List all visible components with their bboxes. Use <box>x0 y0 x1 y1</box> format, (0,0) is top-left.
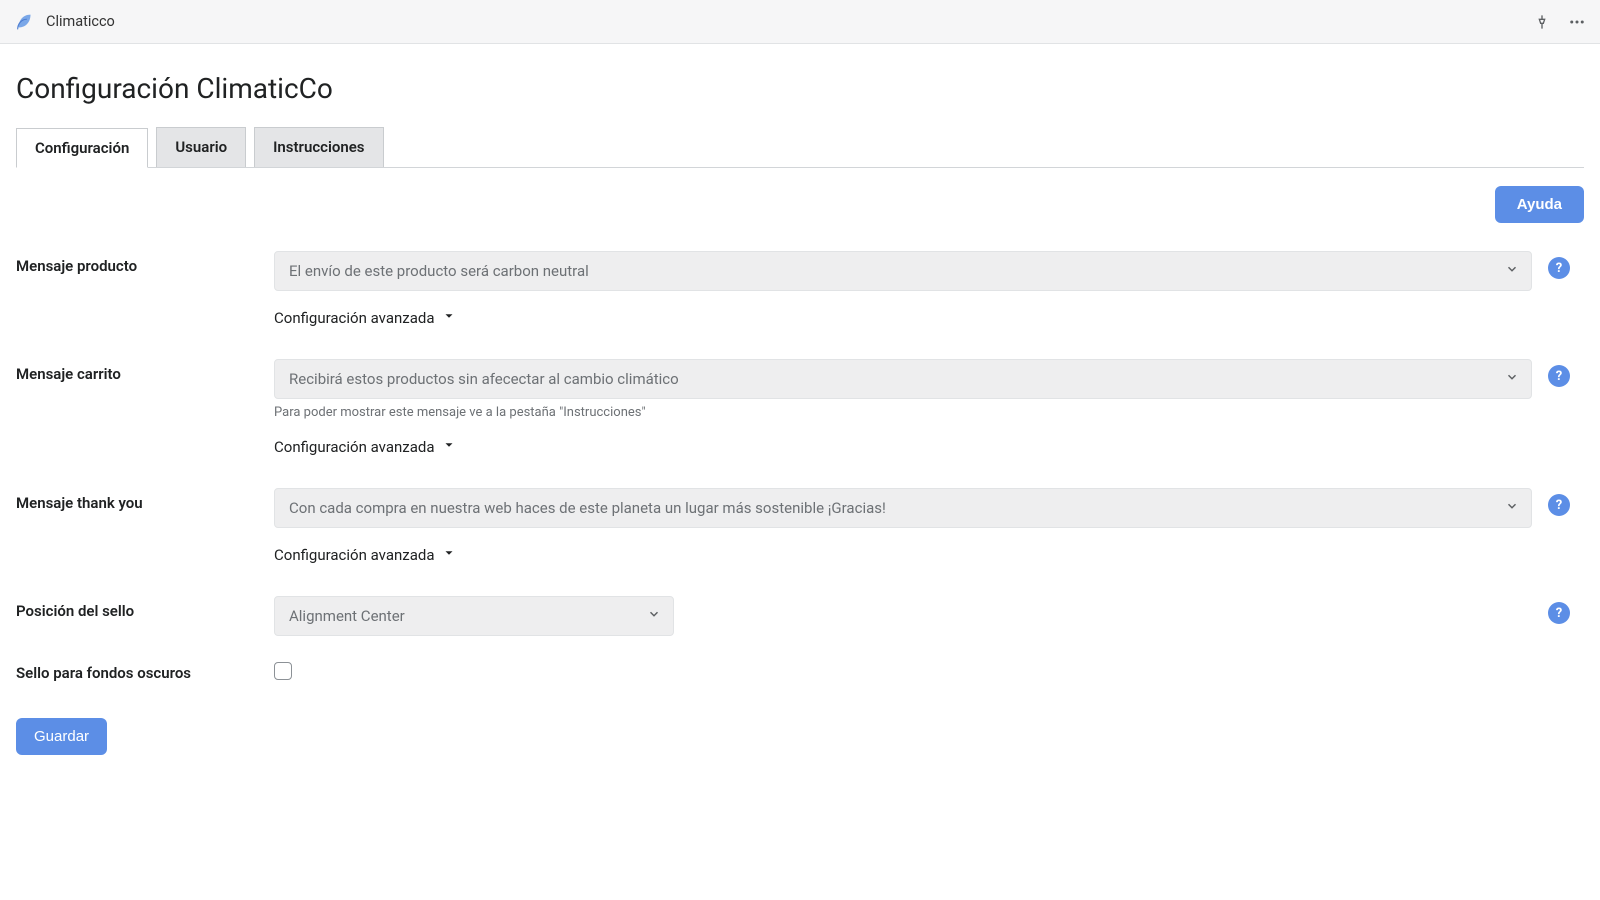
chevron-down-icon <box>647 607 661 625</box>
more-icon[interactable] <box>1568 13 1586 31</box>
app-name: Climaticco <box>46 13 115 30</box>
main-content: Configuración ClimaticCo Configuración U… <box>0 44 1600 771</box>
page-title: Configuración ClimaticCo <box>16 72 1584 105</box>
save-button[interactable]: Guardar <box>16 718 107 755</box>
topbar: Climaticco <box>0 0 1600 44</box>
chevron-down-icon <box>1505 370 1519 388</box>
checkbox-dark-seal[interactable] <box>274 662 292 680</box>
label-seal-position: Posición del sello <box>16 596 274 620</box>
select-seal-position[interactable]: Alignment Center <box>274 596 674 636</box>
label-thankyou-message: Mensaje thank you <box>16 488 274 512</box>
pin-icon[interactable] <box>1534 14 1550 30</box>
tab-instrucciones[interactable]: Instrucciones <box>254 127 383 167</box>
select-thankyou-message-value: Con cada compra en nuestra web haces de … <box>289 499 886 517</box>
select-cart-message[interactable]: Recibirá estos productos sin afecectar a… <box>274 359 1532 399</box>
label-cart-message: Mensaje carrito <box>16 359 274 383</box>
topbar-actions <box>1534 13 1586 31</box>
select-product-message[interactable]: El envío de este producto será carbon ne… <box>274 251 1532 291</box>
chevron-down-icon <box>442 438 456 456</box>
row-seal-position: Posición del sello Alignment Center ? <box>16 582 1584 644</box>
advanced-toggle-thankyou-label: Configuración avanzada <box>274 546 434 564</box>
help-button[interactable]: Ayuda <box>1495 186 1584 223</box>
row-dark-seal: Sello para fondos oscuros <box>16 644 1584 690</box>
tab-usuario[interactable]: Usuario <box>156 127 246 167</box>
help-icon[interactable]: ? <box>1548 494 1570 516</box>
advanced-toggle-cart[interactable]: Configuración avanzada <box>274 438 1532 456</box>
form-area: Mensaje producto El envío de este produc… <box>16 233 1584 755</box>
advanced-toggle-product-label: Configuración avanzada <box>274 309 434 327</box>
chevron-down-icon <box>442 546 456 564</box>
chevron-down-icon <box>1505 499 1519 517</box>
topbar-left: Climaticco <box>14 11 115 33</box>
help-icon[interactable]: ? <box>1548 602 1570 624</box>
app-logo-icon <box>14 11 36 33</box>
label-product-message: Mensaje producto <box>16 251 274 275</box>
chevron-down-icon <box>442 309 456 327</box>
select-product-message-value: El envío de este producto será carbon ne… <box>289 262 589 280</box>
select-thankyou-message[interactable]: Con cada compra en nuestra web haces de … <box>274 488 1532 528</box>
tab-configuracion[interactable]: Configuración <box>16 128 148 168</box>
help-icon[interactable]: ? <box>1548 257 1570 279</box>
label-dark-seal: Sello para fondos oscuros <box>16 658 274 682</box>
help-button-row: Ayuda <box>16 168 1584 233</box>
select-cart-message-value: Recibirá estos productos sin afecectar a… <box>289 370 679 388</box>
tabs: Configuración Usuario Instrucciones <box>16 127 1584 168</box>
hint-cart-message: Para poder mostrar este mensaje ve a la … <box>274 405 1532 420</box>
save-row: Guardar <box>16 690 1584 755</box>
advanced-toggle-product[interactable]: Configuración avanzada <box>274 309 1532 327</box>
row-cart-message: Mensaje carrito Recibirá estos productos… <box>16 345 1584 474</box>
row-product-message: Mensaje producto El envío de este produc… <box>16 237 1584 345</box>
advanced-toggle-thankyou[interactable]: Configuración avanzada <box>274 546 1532 564</box>
select-seal-position-value: Alignment Center <box>289 607 405 625</box>
advanced-toggle-cart-label: Configuración avanzada <box>274 438 434 456</box>
row-thankyou-message: Mensaje thank you Con cada compra en nue… <box>16 474 1584 582</box>
chevron-down-icon <box>1505 262 1519 280</box>
help-icon[interactable]: ? <box>1548 365 1570 387</box>
